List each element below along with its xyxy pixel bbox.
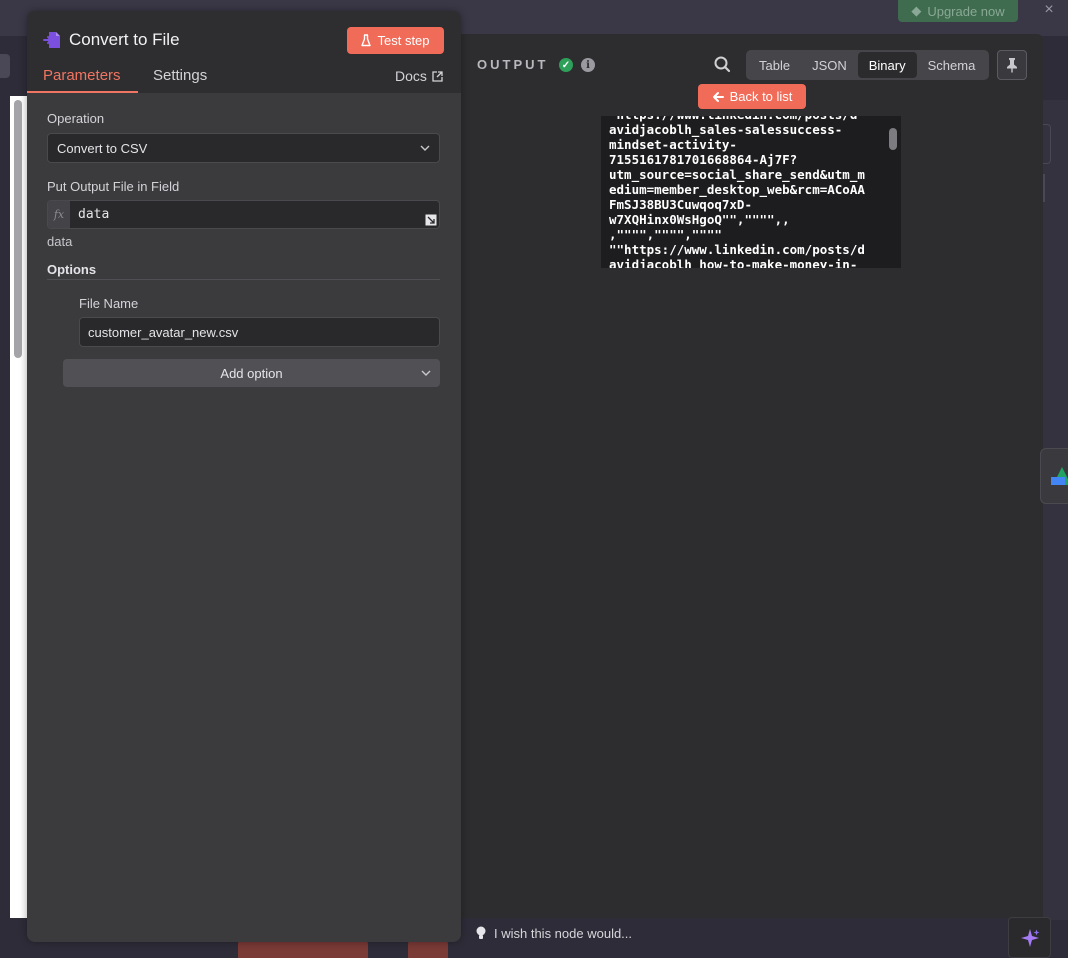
binary-preview[interactable]: "https://www.linkedin.com/posts/d avidja… — [601, 116, 901, 268]
ai-assistant-button[interactable] — [1008, 917, 1051, 958]
add-option-label: Add option — [220, 365, 283, 381]
test-step-label: Test step — [377, 33, 430, 48]
external-link-icon — [432, 70, 443, 82]
output-field-hint: data — [47, 234, 73, 249]
back-label: Back to list — [729, 89, 793, 104]
flask-icon — [361, 34, 372, 47]
output-title: OUTPUT — [477, 57, 549, 72]
google-drive-node-icon[interactable] — [1040, 448, 1068, 504]
arrow-left-icon — [712, 91, 724, 102]
docs-label: Docs — [395, 68, 427, 84]
feedback-text: I wish this node would... — [494, 925, 633, 941]
success-check-icon: ✓ — [559, 58, 573, 72]
close-icon[interactable]: × — [1040, 0, 1058, 20]
tab-parameters[interactable]: Parameters — [43, 67, 121, 84]
upgrade-button[interactable]: ◆ Upgrade now — [898, 0, 1018, 22]
feedback-prompt[interactable]: I wish this node would... — [460, 918, 1005, 948]
convert-file-icon — [43, 31, 63, 49]
test-step-button[interactable]: Test step — [347, 27, 444, 54]
tab-binary[interactable]: Binary — [857, 52, 917, 78]
canvas-background — [1043, 100, 1068, 920]
options-heading: Options — [47, 262, 97, 277]
tab-table[interactable]: Table — [748, 52, 801, 78]
output-field-value: data — [78, 207, 110, 222]
node-title: Convert to File — [69, 30, 180, 49]
lightbulb-icon — [476, 926, 486, 939]
chevron-down-icon — [421, 370, 431, 376]
canvas-node-fragment — [238, 940, 368, 958]
pin-icon — [1007, 58, 1017, 73]
tab-settings[interactable]: Settings — [153, 67, 207, 84]
file-name-value: customer_avatar_new.csv — [88, 324, 239, 340]
panel-scrollbar[interactable] — [14, 100, 22, 358]
tab-json[interactable]: JSON — [801, 52, 858, 78]
binary-preview-text: "https://www.linkedin.com/posts/d avidja… — [609, 116, 865, 268]
preview-scrollbar[interactable] — [889, 128, 897, 150]
diamond-icon: ◆ — [911, 3, 922, 18]
canvas-edge — [0, 54, 10, 78]
file-name-label: File Name — [79, 296, 139, 311]
chevron-down-icon — [420, 145, 430, 151]
tab-schema[interactable]: Schema — [917, 52, 987, 78]
operation-label: Operation — [47, 111, 105, 126]
operation-value: Convert to CSV — [57, 140, 148, 156]
upgrade-label: Upgrade now — [927, 3, 1005, 19]
options-divider — [47, 279, 440, 280]
expand-icon[interactable] — [425, 214, 437, 226]
sparkle-icon — [1020, 928, 1039, 947]
operation-select[interactable]: Convert to CSV — [47, 133, 440, 163]
output-field-input[interactable]: fx data — [47, 200, 440, 229]
back-to-list-button[interactable]: Back to list — [698, 84, 806, 109]
search-icon[interactable] — [712, 54, 734, 76]
active-tab-indicator — [27, 91, 138, 93]
info-icon[interactable]: i — [581, 58, 595, 72]
output-field-label: Put Output File in Field — [47, 179, 180, 194]
pin-data-button[interactable] — [997, 50, 1027, 80]
file-name-input[interactable]: customer_avatar_new.csv — [79, 317, 440, 347]
output-view-tabs: Table JSON Binary Schema — [746, 50, 989, 80]
fx-toggle[interactable]: fx — [48, 201, 70, 228]
docs-link[interactable]: Docs — [395, 68, 443, 84]
add-option-button[interactable]: Add option — [63, 359, 440, 387]
canvas-node-fragment — [408, 940, 448, 958]
